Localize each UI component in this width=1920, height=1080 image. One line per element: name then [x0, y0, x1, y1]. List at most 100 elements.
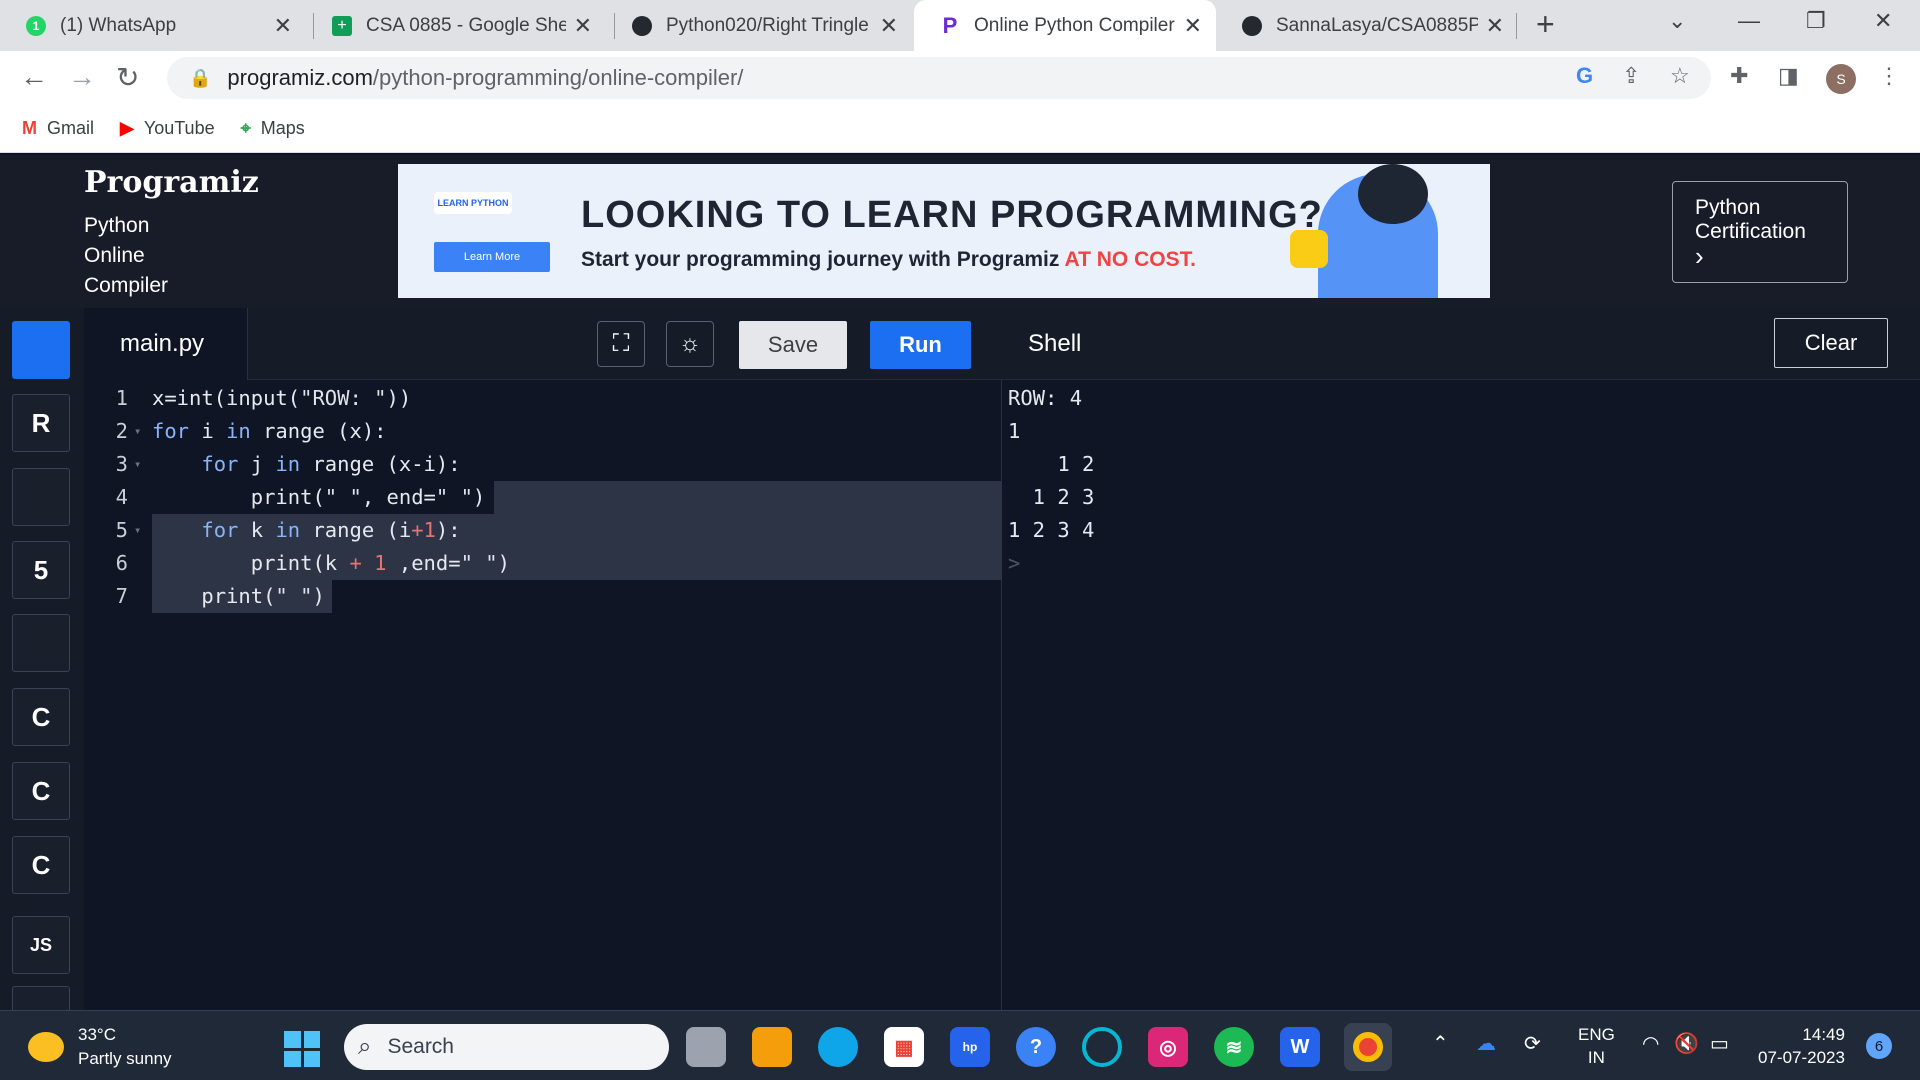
restore-icon[interactable]: ❐ [1806, 8, 1826, 34]
close-icon[interactable]: ✕ [880, 13, 898, 39]
code-editor-panel: main.py ⛶ ☼ Save Run 1 x=int(input("ROW: … [84, 308, 1002, 1010]
extensions-icon[interactable]: ✚ [1730, 63, 1748, 89]
tab-title: (1) WhatsApp [60, 14, 177, 36]
cpp-icon[interactable]: C [12, 762, 70, 820]
share-icon[interactable]: ⇪ [1622, 63, 1640, 89]
close-icon[interactable]: ✕ [274, 13, 292, 39]
windows-start-icon[interactable] [284, 1031, 320, 1067]
date: 07-07-2023 [1758, 1048, 1845, 1067]
bookmark-star-icon[interactable]: ☆ [1670, 63, 1690, 89]
sync-icon[interactable]: ⟳ [1524, 1031, 1541, 1056]
line-number: 7 [115, 584, 128, 608]
instagram-icon[interactable]: ◎ [1148, 1027, 1188, 1067]
bookmark-maps[interactable]: ⌖ Maps [241, 118, 305, 139]
java-icon[interactable] [12, 614, 70, 672]
new-tab-button[interactable]: + [1536, 6, 1555, 43]
save-button[interactable]: Save [739, 321, 847, 369]
bookmark-label: Maps [260, 118, 305, 138]
chrome-icon[interactable] [1344, 1023, 1392, 1071]
tab-title: SannaLasya/CSA0885Pyth... [1276, 14, 1478, 36]
clock[interactable]: 14:49 07-07-2023 [1758, 1023, 1845, 1069]
url-host: programiz.com [227, 65, 373, 90]
chevron-right-icon: › [1695, 241, 1704, 271]
cortana-icon[interactable] [1082, 1027, 1122, 1067]
shell-panel: Shell Clear ROW: 4 1 1 2 1 2 3 1 2 3 4 > [1002, 308, 1920, 1010]
code-line: 3 ▾ for j in range (x-i): [84, 448, 1002, 481]
menu-kebab-icon[interactable]: ⋮ [1878, 63, 1900, 89]
tab-title: Python020/Right Tringle & ... [666, 14, 872, 36]
address-bar[interactable]: 🔒 programiz.com/python-programming/onlin… [167, 57, 1711, 99]
onedrive-icon[interactable]: ☁ [1476, 1031, 1496, 1056]
editor-toolbar: main.py ⛶ ☼ Save Run [84, 308, 1002, 380]
fold-arrow-icon[interactable]: ▾ [134, 514, 141, 547]
c-icon[interactable]: C [12, 688, 70, 746]
language-indicator[interactable]: ENG IN [1578, 1023, 1615, 1069]
volume-muted-icon[interactable]: 🔇 [1674, 1031, 1699, 1056]
wifi-icon[interactable]: ◠ [1642, 1031, 1659, 1056]
run-button[interactable]: Run [870, 321, 971, 369]
python-certification-button[interactable]: Python Certification › [1672, 181, 1848, 283]
tab-github-sannalasya[interactable]: SannaLasya/CSA0885Pyth... ✕ [1216, 0, 1518, 51]
battery-icon[interactable]: ▭ [1710, 1031, 1729, 1056]
taskbar-search[interactable]: ⌕ Search [344, 1024, 669, 1070]
python-icon[interactable] [12, 321, 70, 379]
profile-avatar[interactable]: S [1826, 64, 1856, 94]
file-tab-main-py[interactable]: main.py [84, 308, 248, 380]
fold-arrow-icon[interactable]: ▾ [134, 415, 141, 448]
tab-search-chevron-icon[interactable]: ⌄ [1668, 8, 1686, 34]
code-area[interactable]: 1 x=int(input("ROW: ")) 2 ▾ for i in range … [84, 382, 1002, 613]
minimize-icon[interactable]: — [1738, 8, 1760, 34]
programiz-logo[interactable]: Programiz [84, 165, 259, 200]
spotify-icon[interactable]: ≋ [1214, 1027, 1254, 1067]
edge-icon[interactable] [818, 1027, 858, 1067]
js-icon[interactable]: JS [12, 916, 70, 974]
tab-whatsapp[interactable]: 1 (1) WhatsApp ✕ [0, 0, 306, 51]
code-line: 4 print(" ", end=" ") [84, 481, 1002, 514]
forward-icon[interactable]: → [68, 61, 96, 93]
bookmark-youtube[interactable]: ▶ YouTube [120, 118, 215, 139]
google-sheets-icon: + [332, 15, 352, 36]
help-icon[interactable]: ? [1016, 1027, 1056, 1067]
learn-more-button[interactable]: Learn More [434, 242, 550, 272]
r-icon[interactable]: R [12, 394, 70, 452]
tab-google-sheets[interactable]: + CSA 0885 - Google Sheets ✕ [306, 0, 606, 51]
youtube-icon: ▶ [120, 118, 134, 138]
line-number: 1 [115, 386, 128, 410]
side-panel-icon[interactable]: ◨ [1778, 63, 1799, 89]
show-hidden-icons-chevron[interactable]: ⌃ [1432, 1031, 1449, 1056]
notification-badge[interactable]: 6 [1866, 1033, 1892, 1059]
browser-toolbar: ← → ↻ 🔒 programiz.com/python-programming… [0, 51, 1920, 105]
google-lens-icon[interactable]: G [1576, 63, 1593, 89]
weather-widget[interactable]: 33°C Partly sunny [28, 1023, 172, 1071]
fullscreen-icon[interactable]: ⛶ [597, 321, 645, 367]
shell-output[interactable]: ROW: 4 1 1 2 1 2 3 1 2 3 4 > [1008, 382, 1107, 580]
file-explorer-icon[interactable] [752, 1027, 792, 1067]
close-icon[interactable]: ✕ [1486, 13, 1504, 39]
microsoft-store-icon[interactable]: ▦ [884, 1027, 924, 1067]
lock-icon[interactable]: 🔒 [189, 68, 211, 89]
ad-banner[interactable]: LEARN PYTHON Learn More LOOKING TO LEARN… [398, 164, 1490, 298]
tab-github-python020[interactable]: Python020/Right Tringle & ... ✕ [606, 0, 912, 51]
theme-toggle-icon[interactable]: ☼ [666, 321, 714, 367]
tab-programiz[interactable]: P Online Python Compiler (... ✕ [914, 0, 1216, 51]
reload-icon[interactable]: ↻ [116, 61, 139, 94]
clear-button[interactable]: Clear [1774, 318, 1888, 368]
windows-taskbar: 33°C Partly sunny ⌕ Search ▦ hp ? ◎ ≋ W ⌃ … [0, 1010, 1920, 1080]
learn-python-logo: LEARN PYTHON [434, 192, 512, 214]
task-view-icon[interactable] [686, 1027, 726, 1067]
myhp-icon[interactable]: hp [950, 1027, 990, 1067]
fold-arrow-icon[interactable]: ▾ [134, 448, 141, 481]
back-icon[interactable]: ← [20, 61, 48, 93]
close-icon[interactable]: ✕ [1184, 13, 1202, 39]
tab-title: Online Python Compiler (... [974, 14, 1176, 36]
close-icon[interactable]: ✕ [574, 13, 592, 39]
bookmark-gmail[interactable]: M Gmail [22, 118, 94, 139]
time: 14:49 [1802, 1025, 1845, 1044]
close-window-icon[interactable]: ✕ [1874, 8, 1892, 34]
html5-icon[interactable]: 5 [12, 541, 70, 599]
csharp-icon[interactable]: C [12, 836, 70, 894]
shell-prompt[interactable]: > [1008, 547, 1107, 580]
word-icon[interactable]: W [1280, 1027, 1320, 1067]
sql-icon[interactable] [12, 468, 70, 526]
screen: 1 (1) WhatsApp ✕ + CSA 0885 - Google She… [0, 0, 1920, 1080]
